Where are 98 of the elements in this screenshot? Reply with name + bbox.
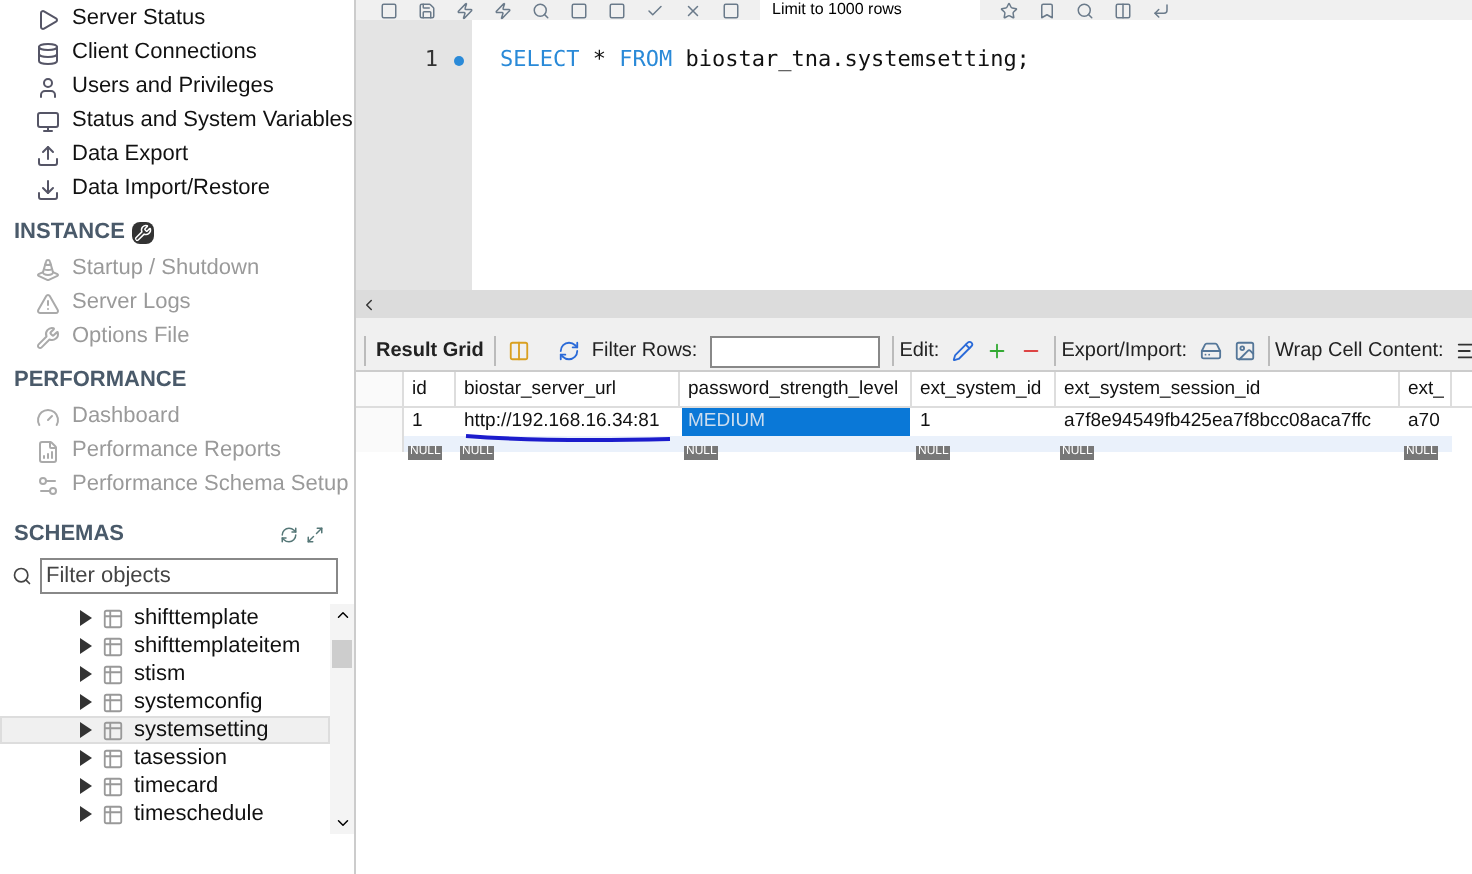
refresh-icon[interactable] [280, 525, 298, 543]
toolbar-icon[interactable] [494, 2, 512, 20]
wrap-label: Wrap Cell Content: [1267, 336, 1444, 366]
toolbar-icon[interactable] [1038, 2, 1056, 20]
sidebar-item[interactable]: Client Connections [72, 36, 257, 70]
column-header[interactable]: ext_system_session_id [1056, 372, 1400, 406]
table-icon [102, 607, 124, 629]
scroll-left-icon[interactable] [360, 295, 378, 313]
database-icon [36, 41, 60, 65]
toolbar-icon[interactable] [684, 2, 702, 20]
scroll-up-icon[interactable] [333, 606, 351, 624]
import-icon[interactable] [1233, 340, 1256, 362]
settings-icon [36, 473, 60, 497]
schema-table-item[interactable]: systemsetting [0, 716, 330, 744]
toolbar-icon[interactable] [1000, 2, 1018, 20]
schema-table-item[interactable]: stism [0, 660, 330, 688]
sql-editor[interactable]: 1 SELECT * FROM biostar_tna.systemsetting; [356, 20, 1472, 290]
toolbar-icon[interactable] [570, 2, 588, 20]
table-icon [102, 719, 124, 741]
scrollbar[interactable] [330, 604, 354, 834]
wrap-icon[interactable] [1455, 340, 1472, 362]
table-name: systemsetting [134, 715, 269, 746]
sidebar-item[interactable]: Status and System Variables [72, 104, 353, 138]
schema-table-item[interactable]: timeschedule [0, 800, 330, 828]
toolbar-icon[interactable] [1152, 2, 1170, 20]
sidebar-item[interactable]: Data Export [72, 138, 189, 172]
export-icon[interactable] [1199, 340, 1222, 362]
filter-field[interactable]: Filter objects [40, 558, 338, 594]
warning-icon [36, 291, 60, 315]
table-icon [102, 691, 124, 713]
wrench-icon [36, 325, 60, 349]
table-name: shifttemplate [134, 603, 259, 634]
table-icon [102, 747, 124, 769]
table-name: systemconfig [134, 687, 263, 718]
pencil-icon[interactable] [951, 340, 974, 362]
report-icon [36, 439, 60, 463]
search-icon [12, 566, 32, 586]
toolbar-icon[interactable] [418, 2, 436, 20]
scroll-thumb[interactable] [332, 640, 352, 668]
edit-label: Edit: [891, 336, 940, 366]
toolbar-icon[interactable] [380, 2, 398, 20]
schema-table-item[interactable]: tasession [0, 744, 330, 772]
table-cell[interactable]: a70 [1402, 408, 1450, 436]
table-name: tasession [134, 743, 227, 774]
toolbar-icon[interactable] [1076, 2, 1094, 20]
play-icon [36, 7, 60, 31]
schema-table-item[interactable]: shifttemplateitem [0, 632, 330, 660]
refresh-icon[interactable] [557, 340, 580, 362]
table-icon [102, 663, 124, 685]
table-cell[interactable]: 1 [406, 408, 454, 436]
table-cell[interactable]: http://192.168.16.34:81 [458, 408, 678, 436]
toolbar-icon[interactable] [1114, 2, 1132, 20]
user-icon [36, 75, 60, 99]
gauge-icon [36, 405, 60, 429]
add-row-icon[interactable] [985, 340, 1008, 362]
section-heading: SCHEMAS [14, 519, 125, 550]
columns-icon[interactable] [507, 340, 530, 362]
schema-table-item[interactable]: shifttemplate [0, 604, 330, 632]
sidebar-item[interactable]: Users and Privileges [72, 70, 274, 104]
limit-select[interactable]: Limit to 1000 rows [760, 0, 980, 20]
filter-label: Filter Rows: [591, 338, 698, 366]
toolbar-icon[interactable] [722, 2, 740, 20]
table-icon [102, 635, 124, 657]
table-icon [102, 803, 124, 825]
monitor-icon [36, 109, 60, 133]
expand-icon[interactable] [306, 525, 324, 543]
toolbar-icon[interactable] [608, 2, 626, 20]
table-icon [102, 775, 124, 797]
toolbar-icon[interactable] [456, 2, 474, 20]
table-name: timeschedule [134, 799, 264, 830]
cone-icon [36, 257, 60, 281]
line-number: 1 [424, 44, 438, 76]
toolbar-icon[interactable] [646, 2, 664, 20]
scroll-down-icon[interactable] [333, 814, 351, 832]
download-icon [36, 177, 60, 201]
table-name: timecard [134, 771, 219, 802]
section-heading: INSTANCE [14, 218, 125, 249]
column-header[interactable]: password_strength_level [680, 372, 912, 406]
column-header[interactable]: ext_ [1400, 372, 1452, 406]
schema-table-item[interactable]: timecard [0, 772, 330, 800]
upload-icon [36, 143, 60, 167]
column-header[interactable]: biostar_server_url [456, 372, 680, 406]
filter-rows-field[interactable] [709, 335, 880, 367]
table-name: shifttemplateitem [134, 631, 301, 662]
export-label: Export/Import: [1053, 336, 1188, 366]
toolbar-icon[interactable] [532, 2, 550, 20]
wrench-icon [132, 222, 155, 244]
code-line: SELECT * FROM biostar_tna.systemsetting; [500, 44, 1030, 76]
table-name: stism [134, 659, 186, 690]
table-cell[interactable]: a7f8e94549fb425ea7f8bcc08aca7ffc [1058, 408, 1398, 436]
column-header[interactable]: ext_system_id [912, 372, 1056, 406]
sidebar-item[interactable]: Server Status [72, 2, 206, 36]
section-heading: PERFORMANCE [14, 366, 187, 397]
column-header[interactable]: id [404, 372, 456, 406]
result-grid-tab[interactable]: Result Grid [364, 336, 496, 366]
sidebar-item[interactable]: Data Import/Restore [72, 172, 271, 206]
table-cell[interactable]: 1 [914, 408, 1054, 436]
horizontal-scrollbar[interactable] [356, 290, 1472, 318]
